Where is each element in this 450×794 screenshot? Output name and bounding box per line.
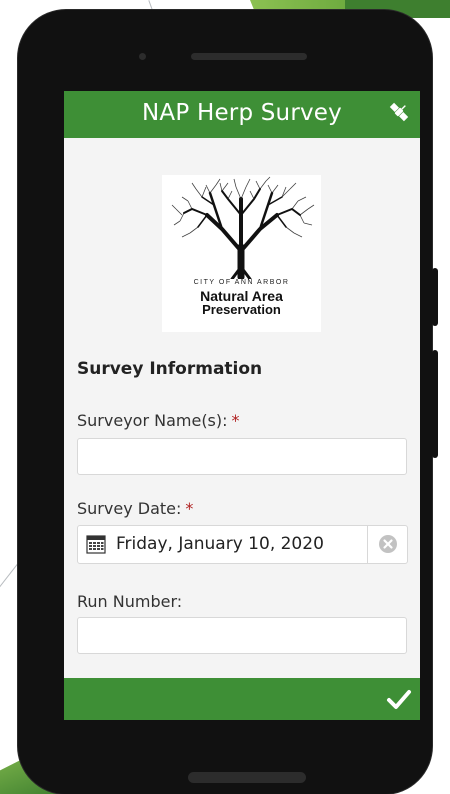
- checkmark-icon[interactable]: [386, 686, 412, 712]
- app-title: NAP Herp Survey: [142, 100, 342, 126]
- organization-logo: CITY OF ANN ARBOR Natural Area Preservat…: [162, 175, 321, 332]
- run-number-input[interactable]: [77, 617, 407, 654]
- survey-date-label: Survey Date: *: [77, 499, 193, 518]
- surveyor-label: Surveyor Name(s): *: [77, 411, 240, 430]
- required-marker: *: [185, 499, 194, 518]
- app-header: NAP Herp Survey: [64, 91, 420, 138]
- logo-title-line1: Natural Area: [200, 288, 283, 304]
- surveyor-label-text: Surveyor Name(s):: [77, 411, 228, 430]
- survey-date-value: Friday, January 10, 2020: [116, 534, 324, 554]
- tree-logo-image: [171, 176, 315, 279]
- section-title: Survey Information: [77, 359, 263, 379]
- run-number-label: Run Number:: [77, 592, 183, 611]
- app-screen: NAP Herp Survey CITY OF ANN ARBOR Natura…: [64, 91, 420, 720]
- survey-date-label-text: Survey Date:: [77, 499, 182, 518]
- app-footer: [64, 678, 420, 720]
- earpiece-speaker: [191, 53, 307, 60]
- clear-icon: [379, 535, 397, 553]
- logo-title-line2: Preservation: [202, 302, 281, 317]
- front-camera: [139, 53, 146, 60]
- logo-city-text: CITY OF ANN ARBOR: [193, 279, 290, 286]
- satellite-icon[interactable]: [386, 99, 412, 125]
- survey-date-field[interactable]: Friday, January 10, 2020: [77, 525, 408, 564]
- surveyor-name-input[interactable]: [77, 438, 407, 475]
- clear-date-button[interactable]: [367, 526, 407, 563]
- required-marker: *: [231, 411, 240, 430]
- side-button-upper: [432, 268, 438, 326]
- calendar-icon: [86, 535, 106, 554]
- home-bar[interactable]: [188, 772, 306, 783]
- side-button-lower: [432, 350, 438, 458]
- decorative-line: [148, 0, 153, 10]
